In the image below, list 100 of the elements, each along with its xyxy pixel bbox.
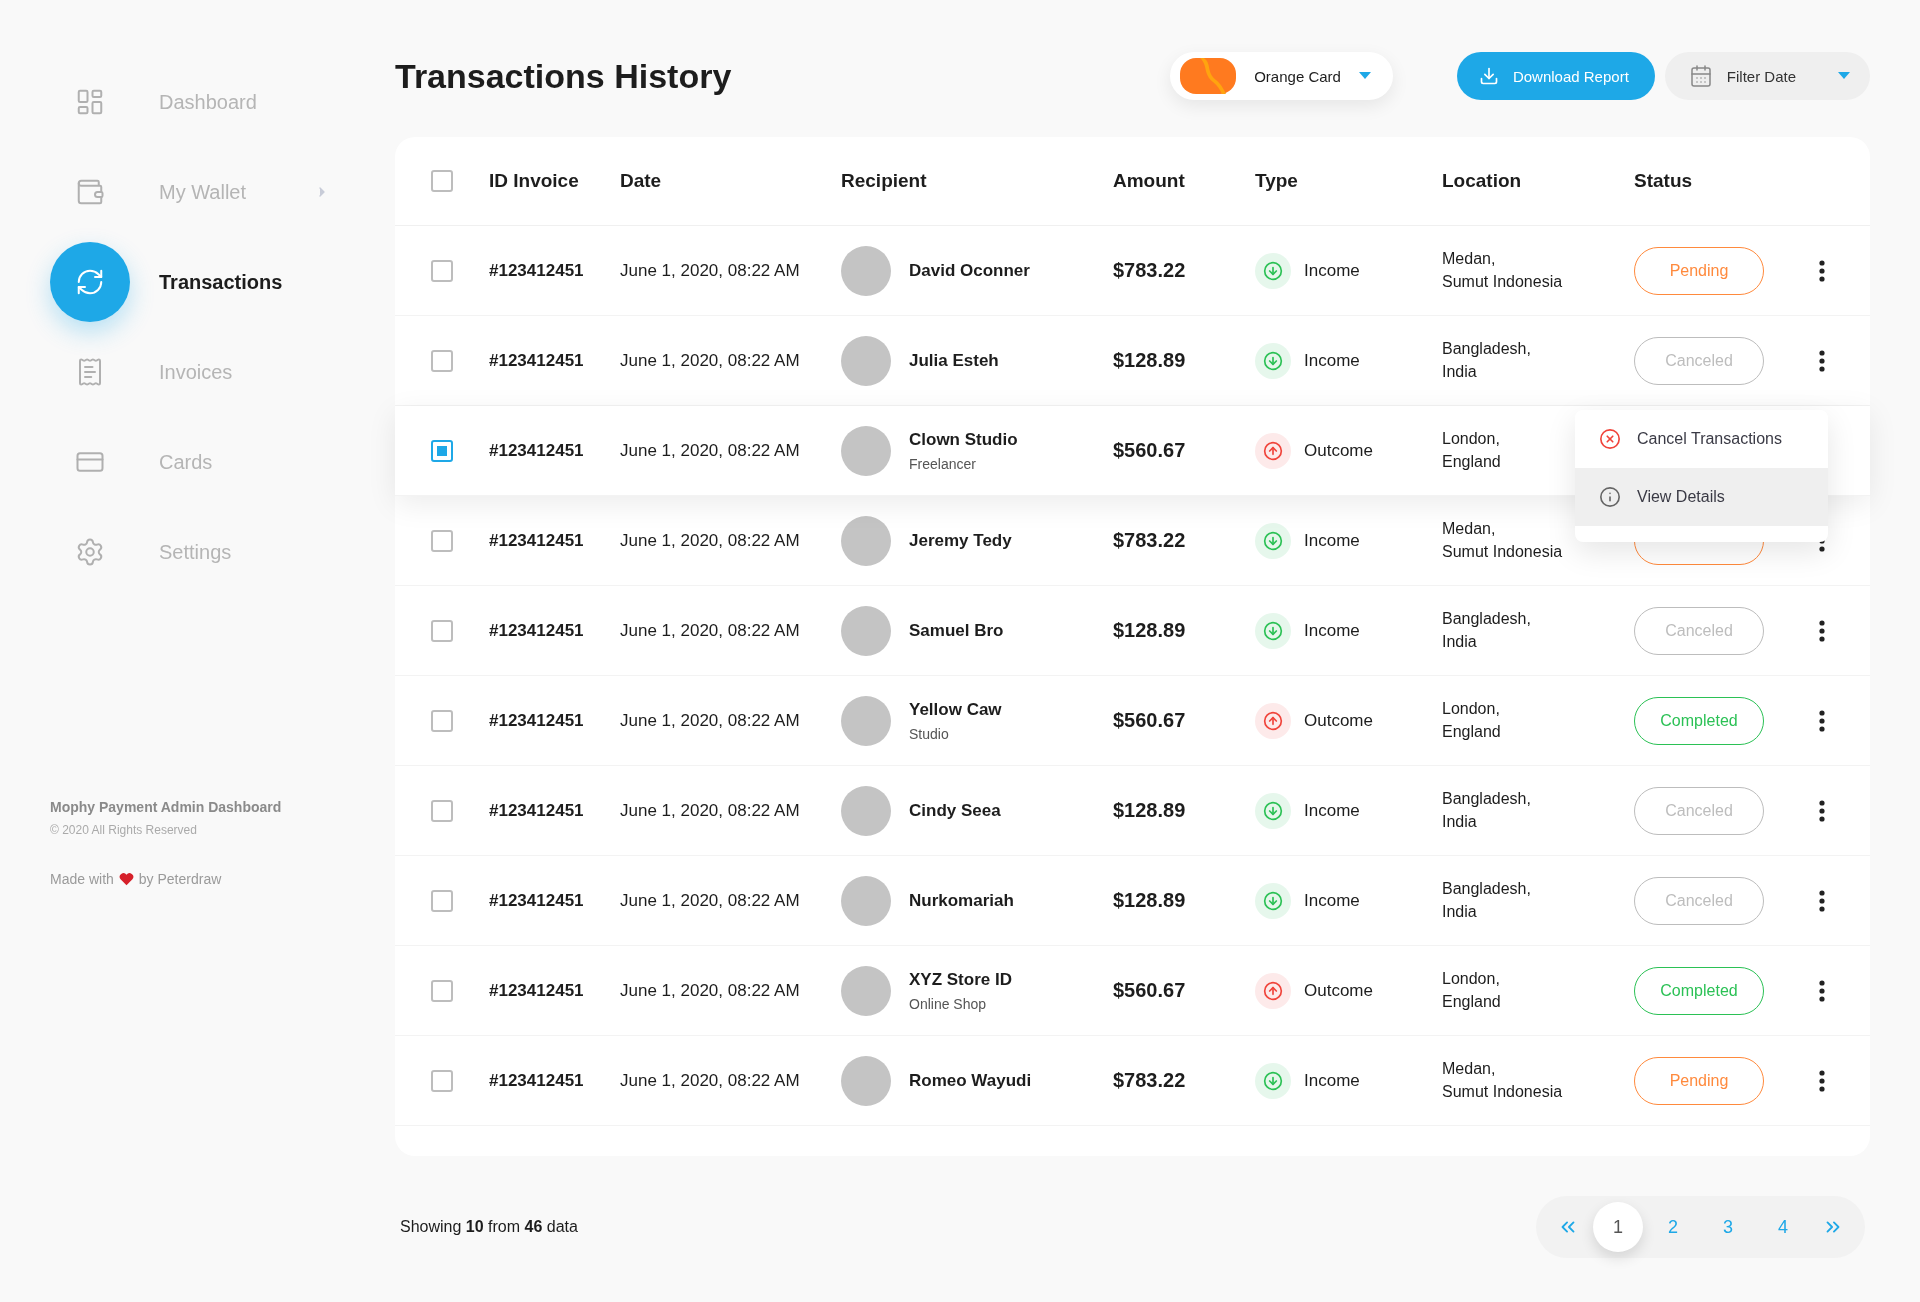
select-all-checkbox[interactable] — [431, 170, 453, 192]
type-label: Outcome — [1304, 440, 1373, 461]
type-label: Outcome — [1304, 710, 1373, 731]
calendar-icon — [1688, 64, 1713, 88]
location-cell-text: Bangladesh, India — [1442, 789, 1531, 832]
column-header: Location — [1442, 170, 1523, 192]
avatar — [841, 875, 891, 926]
row-checkbox[interactable] — [431, 349, 453, 372]
date-cell-text: June 1, 2020, 08:22 AM — [620, 980, 801, 1001]
recipient-name: Cindy Seea — [909, 800, 1001, 821]
caret-icon — [1358, 72, 1371, 80]
avatar — [841, 785, 891, 836]
more-icon — [1819, 889, 1825, 912]
filter-date-button[interactable]: Filter Date — [1664, 52, 1870, 100]
type-label: Income — [1304, 890, 1360, 911]
wallet-icon — [75, 177, 105, 207]
avatar — [841, 515, 891, 566]
date-cell-text: June 1, 2020, 08:22 AM — [620, 890, 801, 911]
more-icon — [1819, 709, 1825, 732]
avatar — [841, 245, 891, 296]
location-cell-text: Bangladesh, India — [1442, 609, 1531, 652]
invoice-id: #123412451 — [489, 800, 585, 821]
download-icon — [1478, 66, 1499, 86]
recipient-role: Studio — [909, 725, 950, 742]
page-title: Transactions History — [395, 56, 733, 96]
recipient-name: Samuel Bro — [909, 620, 1004, 641]
copyright-text: © 2020 All Rights Reserved — [50, 823, 198, 837]
row-checkbox[interactable] — [431, 709, 453, 732]
date-cell-text: June 1, 2020, 08:22 AM — [620, 530, 801, 551]
avatar — [841, 1055, 891, 1106]
row-checkbox[interactable] — [431, 259, 453, 282]
type-label: Income — [1304, 800, 1360, 821]
date-cell-text: June 1, 2020, 08:22 AM — [620, 620, 801, 641]
card-select[interactable]: Orange Card — [1170, 52, 1393, 100]
invoice-id: #123412451 — [489, 260, 585, 281]
location-cell-text: Medan, Sumut Indonesia — [1442, 519, 1563, 562]
date-cell-text: June 1, 2020, 08:22 AM — [620, 350, 801, 371]
row-checkbox[interactable] — [431, 799, 453, 822]
invoice-id: #123412451 — [489, 1070, 585, 1091]
amount-cell-text: $128.89 — [1113, 799, 1187, 822]
recipient-name: Clown Studio — [909, 429, 1018, 450]
row-checkbox[interactable] — [431, 529, 453, 552]
row-checkbox[interactable] — [431, 979, 453, 1002]
location-cell-text: Medan, Sumut Indonesia — [1442, 1059, 1563, 1102]
date-cell-text: June 1, 2020, 08:22 AM — [620, 800, 801, 821]
menu-item[interactable]: Cancel Transactions — [1575, 410, 1828, 468]
recipient-name: Nurkomariah — [909, 890, 1014, 911]
recipient-role: Online Shop — [909, 995, 988, 1012]
location-cell-text: Bangladesh, India — [1442, 339, 1531, 382]
recipient-name: Julia Esteh — [909, 350, 999, 371]
showing-summary: Showing 10 from 46 data — [400, 1218, 578, 1236]
avatar — [841, 695, 891, 746]
type-label: Income — [1304, 260, 1360, 281]
type-label: Income — [1304, 350, 1360, 371]
more-icon — [1819, 979, 1825, 1002]
refresh-icon — [75, 267, 105, 297]
info-icon — [1599, 486, 1621, 508]
row-checkbox[interactable] — [431, 1069, 453, 1092]
row-checkbox[interactable] — [431, 439, 453, 462]
sidebar-label: Settings — [159, 540, 233, 564]
menu-item[interactable]: View Details — [1575, 468, 1828, 526]
sidebar-label: Transactions — [159, 270, 284, 294]
amount-cell-text: $783.22 — [1113, 529, 1187, 552]
amount-cell-text: $560.67 — [1113, 979, 1187, 1002]
sidebar-label: Cards — [159, 450, 214, 474]
card-name: Orange Card — [1254, 67, 1341, 85]
invoice-id: #123412451 — [489, 620, 585, 641]
amount-cell-text: $128.89 — [1113, 889, 1187, 912]
amount-cell-text: $560.67 — [1113, 709, 1187, 732]
row-checkbox[interactable] — [431, 889, 453, 912]
sidebar-label: Invoices — [159, 360, 234, 384]
sidebar-label: Dashboard — [159, 90, 258, 114]
location-cell-text: London, England — [1442, 969, 1501, 1012]
more-icon — [1819, 1069, 1825, 1092]
more-icon — [1819, 619, 1825, 642]
dashboard-icon — [75, 87, 105, 117]
settings-icon — [75, 537, 105, 567]
date-cell-text: June 1, 2020, 08:22 AM — [620, 1070, 801, 1091]
sidebar-item[interactable]: Transactions — [50, 242, 330, 322]
page-button[interactable]: 1 — [1593, 1202, 1643, 1252]
date-cell-text: June 1, 2020, 08:22 AM — [620, 710, 801, 731]
amount-cell-text: $560.67 — [1113, 439, 1187, 462]
column-header: Recipient — [841, 170, 928, 192]
more-icon — [1819, 259, 1825, 282]
amount-cell-text: $128.89 — [1113, 619, 1187, 642]
more-icon — [1819, 349, 1825, 372]
location-cell-text: Bangladesh, India — [1442, 879, 1531, 922]
type-label: Income — [1304, 1070, 1360, 1091]
invoice-id: #123412451 — [489, 980, 585, 1001]
column-header: Status — [1634, 170, 1694, 192]
type-label: Income — [1304, 620, 1360, 641]
location-cell-text: Medan, Sumut Indonesia — [1442, 249, 1563, 292]
invoice-id: #123412451 — [489, 440, 585, 461]
made-with-text: Made with — [50, 871, 114, 887]
row-checkbox[interactable] — [431, 619, 453, 642]
avatar — [841, 605, 891, 656]
avatar — [841, 425, 891, 476]
column-header: Date — [620, 170, 663, 192]
invoice-id: #123412451 — [489, 710, 585, 731]
heart-icon — [118, 872, 134, 886]
